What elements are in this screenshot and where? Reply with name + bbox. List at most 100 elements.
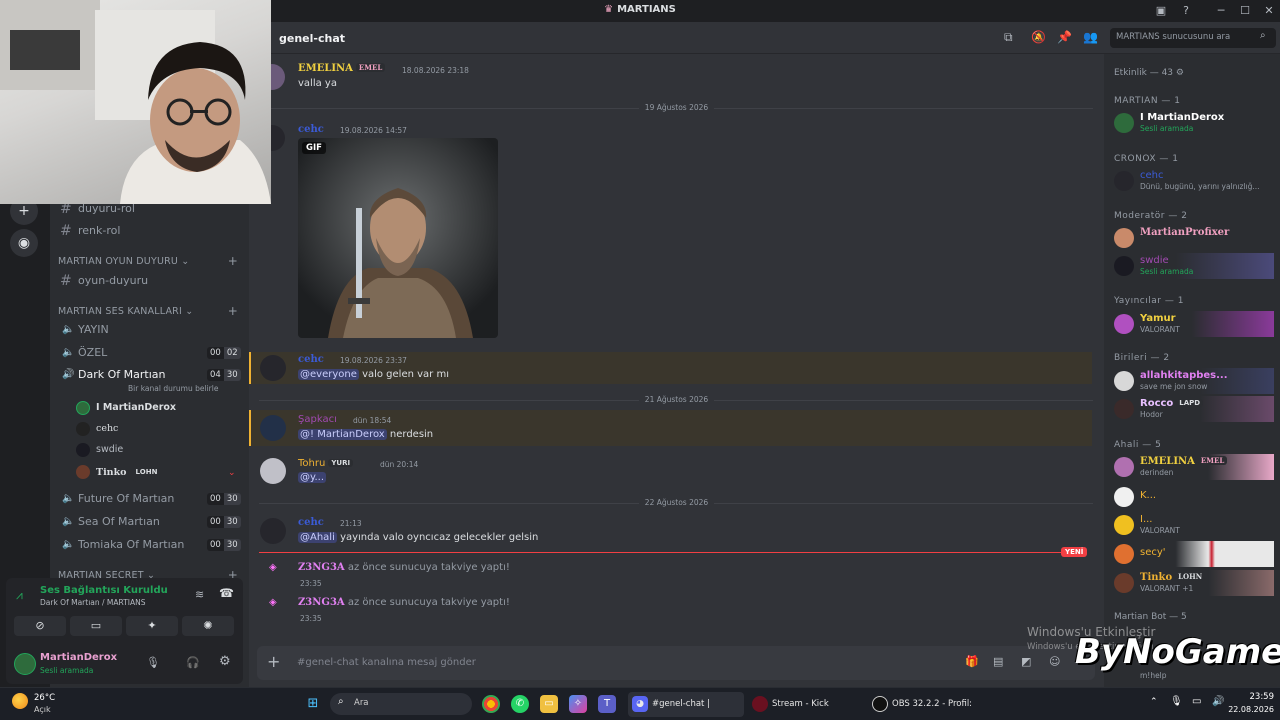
microphone-icon[interactable]: 🎙	[146, 656, 160, 669]
message-author[interactable]: EMELINA EMEL	[298, 63, 386, 74]
search-input[interactable]: MARTIANS sunucusunu ara	[1116, 32, 1230, 42]
member-item[interactable]: Yamur VALORANT	[1110, 311, 1274, 337]
avatar[interactable]	[260, 415, 286, 441]
voice-channel-dark-of-martian[interactable]: 🔊 Dark Of Martıan 04 30	[54, 364, 244, 386]
message-author[interactable]: cehc	[298, 354, 324, 365]
gift-icon[interactable]: 🎁	[965, 655, 979, 668]
mention[interactable]: @everyone	[298, 369, 359, 380]
member-item[interactable]: swdie Sesli aramada	[1110, 253, 1274, 279]
whatsapp-icon[interactable]: ✆	[511, 695, 529, 713]
settings-gear-icon[interactable]: ⚙	[219, 654, 231, 669]
taskbar-search-input[interactable]: Ara	[354, 698, 369, 708]
pin-icon[interactable]: 📌	[1057, 30, 1072, 44]
message-input-box[interactable]: + #genel-chat kanalına mesaj gönder 🎁 ▤ …	[257, 646, 1095, 680]
chrome-icon[interactable]	[482, 695, 500, 713]
taskbar-app-discord[interactable]: ◕#genel-chat | MARTIAN	[628, 692, 744, 717]
member-item[interactable]: K...	[1110, 484, 1274, 510]
mention[interactable]: @Ahali	[298, 532, 337, 543]
camera-off-button[interactable]: ⊘	[14, 616, 66, 636]
emoji-icon[interactable]: ☺	[1049, 655, 1060, 668]
avatar[interactable]	[260, 518, 286, 544]
teams-icon[interactable]: T	[598, 695, 616, 713]
member-item[interactable]: I... VALORANT	[1110, 512, 1274, 538]
voice-user[interactable]: Tinko LOHN	[76, 462, 161, 482]
message-author[interactable]: cehc	[298, 124, 324, 135]
avatar[interactable]	[14, 653, 36, 675]
chevron-down-icon[interactable]: ⌄	[228, 468, 236, 478]
member-item[interactable]: EMELINA EMEL derinden	[1110, 454, 1274, 480]
voice-channel-future[interactable]: 🔈 Future Of Martıan 00 30	[54, 488, 244, 510]
activities-button[interactable]: ✦	[126, 616, 178, 636]
sticker-icon[interactable]: ◩	[1021, 655, 1031, 668]
channel-renk-rol[interactable]: # renk-rol	[54, 220, 244, 242]
weather-icon[interactable]	[12, 693, 28, 709]
gif-image[interactable]: GIF	[298, 138, 498, 338]
attach-plus-icon[interactable]: +	[267, 652, 280, 671]
search-box[interactable]: MARTIANS sunucusunu ara ⌕	[1110, 28, 1276, 48]
voice-channel-tomiaka[interactable]: 🔈 Tomiaka Of Martıan 00 30	[54, 534, 244, 556]
voice-channel-ozel[interactable]: 🔈 ÖZEL 00 02	[54, 342, 244, 364]
member-item[interactable]: cehc Dünü, bugünü, yarını yalnızlığ...	[1110, 168, 1274, 194]
soundboard-button[interactable]: ✺	[182, 616, 234, 636]
voice-user[interactable]: I MartianDerox	[76, 398, 176, 418]
signal-icon[interactable]: ⩘	[16, 588, 23, 603]
add-channel-icon[interactable]: +	[228, 254, 238, 268]
explore-icon[interactable]: ◉	[10, 229, 38, 257]
network-icon[interactable]: ▭	[1192, 696, 1201, 707]
inbox-icon[interactable]: ▣	[1150, 3, 1172, 19]
activity-header[interactable]: Etkinlik — 43 ⚙	[1114, 68, 1184, 78]
tray-chevron-icon[interactable]: ⌃	[1150, 697, 1158, 707]
voice-channel-sea[interactable]: 🔈 Sea Of Martıan 00 30	[54, 511, 244, 533]
member-item[interactable]: Rocco LAPD Hodor	[1110, 396, 1274, 422]
mute-icon[interactable]: 🔕	[1031, 30, 1046, 44]
current-user-name[interactable]: MartianDerox	[40, 652, 117, 663]
channel-status[interactable]: Bir kanal durumu belirle	[128, 384, 218, 393]
member-item[interactable]: I MartianDerox Sesli aramada	[1110, 110, 1274, 136]
taskbar-app-kick[interactable]: Stream - Kick Dashboar	[748, 692, 864, 717]
headphones-icon[interactable]: 🎧	[186, 656, 200, 669]
disconnect-icon[interactable]: ☎	[219, 586, 234, 600]
clock-date[interactable]: 22.08.2026	[1220, 705, 1274, 714]
member-item[interactable]: MartianProfixer	[1110, 225, 1274, 251]
member-list-icon[interactable]: 👥	[1083, 30, 1098, 44]
message-author[interactable]: Şapkacı	[298, 414, 337, 425]
add-channel-icon[interactable]: +	[228, 304, 238, 318]
category-ses-kanallari[interactable]: MARTIAN SES KANALLARI ⌄ +	[58, 304, 244, 318]
message-input[interactable]: #genel-chat kanalına mesaj gönder	[297, 657, 476, 668]
noise-suppression-icon[interactable]: ≋	[195, 588, 204, 601]
search-icon[interactable]: ⌕	[1260, 30, 1266, 41]
member-item[interactable]: secy'	[1110, 541, 1274, 567]
channel-oyun-duyuru[interactable]: # oyun-duyuru	[54, 270, 244, 292]
gif-badge: GIF	[302, 142, 326, 154]
avatar[interactable]	[260, 355, 286, 381]
microphone-icon[interactable]: 🎙	[1170, 696, 1183, 707]
voice-user[interactable]: cehc	[76, 419, 118, 439]
weather-temp[interactable]: 26°C	[34, 693, 55, 703]
category-oyun-duyuru[interactable]: MARTIAN OYUN DUYURU ⌄ +	[58, 254, 244, 268]
windows-start-icon[interactable]: ⊞	[304, 695, 322, 713]
maximize-button[interactable]: ☐	[1234, 3, 1256, 19]
mention[interactable]: @! MartianDerox	[298, 429, 387, 440]
message-author[interactable]: cehc	[298, 517, 324, 528]
voice-status[interactable]: Ses Bağlantısı Kuruldu	[40, 585, 168, 596]
voice-user[interactable]: swdie	[76, 440, 123, 460]
copilot-icon[interactable]: ✧	[569, 695, 587, 713]
voice-channel-yayin[interactable]: 🔈 YAYIN	[54, 319, 244, 341]
threads-icon[interactable]: ⧉	[1004, 30, 1013, 45]
clock-time[interactable]: 23:59	[1230, 692, 1275, 702]
close-button[interactable]: ✕	[1258, 3, 1280, 19]
screen-share-button[interactable]: ▭	[70, 616, 122, 636]
avatar[interactable]	[260, 458, 286, 484]
file-explorer-icon[interactable]: ▭	[540, 695, 558, 713]
taskbar-app-obs[interactable]: OBS 32.2.2 - Profil: Yayır	[868, 692, 984, 717]
voice-channel-path[interactable]: Dark Of Martıan / MARTIANS	[40, 598, 146, 607]
member-item[interactable]: Tinko LOHN VALORANT +1	[1110, 570, 1274, 596]
gif-picker-icon[interactable]: ▤	[993, 655, 1003, 668]
minimize-button[interactable]: ─	[1210, 3, 1232, 19]
taskbar-search[interactable]: ⌕ Ara	[330, 693, 472, 715]
help-icon[interactable]: ?	[1175, 3, 1197, 19]
message-author[interactable]: Tohru YURI	[298, 458, 354, 469]
hash-icon: #	[60, 273, 72, 289]
member-item[interactable]: allahkitapbes... save me jon snow	[1110, 368, 1274, 394]
mention[interactable]: @y...	[298, 472, 327, 483]
